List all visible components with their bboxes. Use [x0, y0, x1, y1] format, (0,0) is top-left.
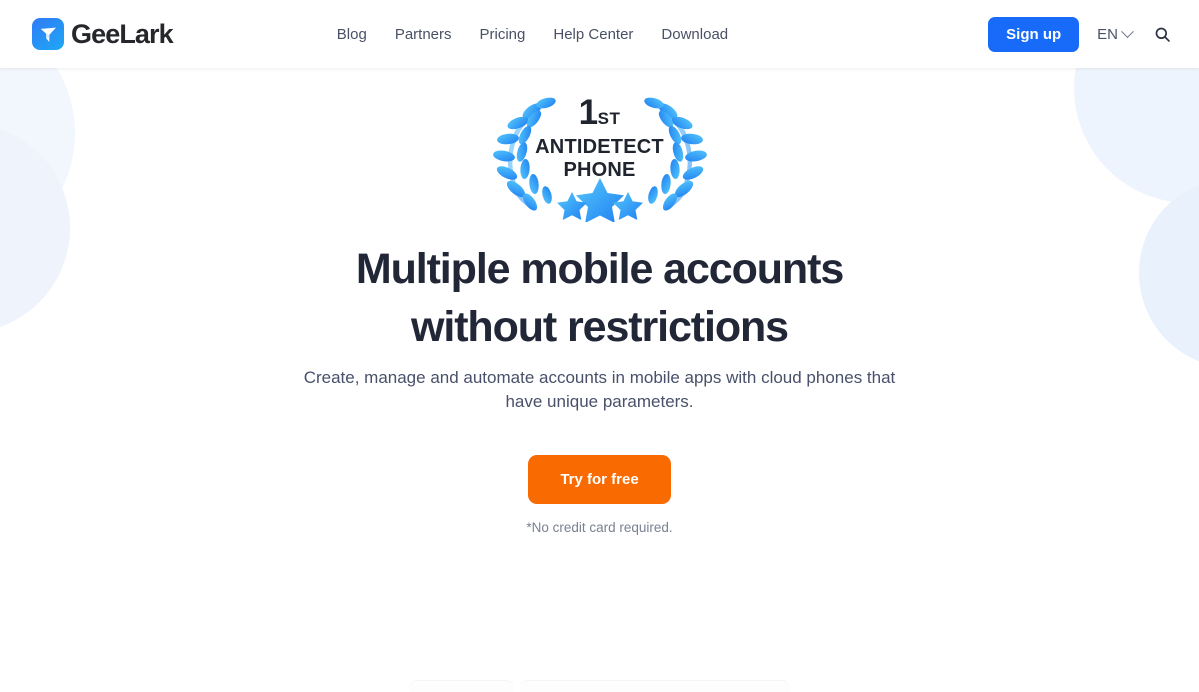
hero-subtitle: Create, manage and automate accounts in …	[303, 368, 896, 412]
hero-cta: Try for free *No credit card required.	[0, 455, 1199, 535]
badge-line-2: PHONE	[563, 159, 636, 181]
hero-section: 1ST ANTIDETECT PHONE Multiple mobile acc…	[0, 68, 1199, 535]
main-navigation: Blog Partners Pricing Help Center Downlo…	[337, 26, 728, 43]
badge-text: 1ST ANTIDETECT PHONE	[480, 95, 720, 180]
brand-name: GeeLark	[71, 18, 174, 49]
nav-link-pricing[interactable]: Pricing	[480, 26, 526, 43]
header-actions: Sign up EN	[988, 16, 1175, 52]
site-header: GeeLark Blog Partners Pricing Help Cente…	[0, 0, 1199, 68]
lark-bird-icon	[32, 18, 64, 50]
cta-note: *No credit card required.	[526, 520, 673, 536]
brand-logo[interactable]: GeeLark	[32, 18, 174, 50]
page-title: Multiple mobile accounts without restric…	[355, 245, 844, 352]
nav-link-help-center[interactable]: Help Center	[553, 26, 633, 43]
award-badge: 1ST ANTIDETECT PHONE	[480, 89, 720, 222]
nav-link-blog[interactable]: Blog	[337, 26, 367, 43]
badge-rank-suffix: ST	[597, 109, 621, 128]
search-icon	[1155, 27, 1170, 42]
bottom-preview-panels	[0, 680, 1199, 692]
language-selector[interactable]: EN	[1097, 24, 1134, 43]
language-selector-label: EN	[1097, 25, 1118, 43]
nav-link-partners[interactable]: Partners	[395, 26, 452, 43]
search-button[interactable]	[1150, 22, 1175, 47]
badge-rank-number: 1	[578, 93, 598, 132]
nav-link-download[interactable]: Download	[661, 26, 728, 43]
try-for-free-button[interactable]: Try for free	[528, 455, 671, 505]
three-stars-icon	[556, 178, 643, 222]
preview-panel-right	[520, 680, 790, 692]
sign-up-button[interactable]: Sign up	[988, 16, 1080, 52]
chevron-down-icon	[1121, 24, 1134, 38]
badge-line-1: ANTIDETECT	[535, 136, 664, 158]
badge-rank: 1ST	[579, 95, 621, 130]
preview-panel-left	[409, 680, 514, 692]
